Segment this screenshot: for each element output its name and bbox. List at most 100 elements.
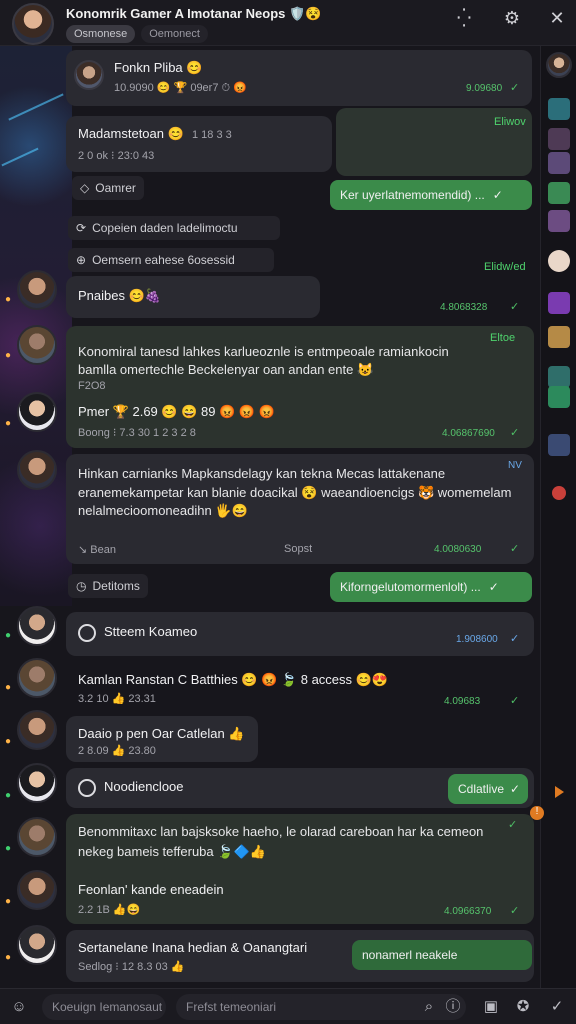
attachment-chip[interactable]: ◇ Oamrer: [72, 176, 144, 200]
reaction-icon: ●: [4, 896, 12, 907]
sender-name: Kamlan Ranstan C Batthies 😊 😡 🍃 8 access…: [78, 672, 388, 688]
chat-avatar[interactable]: [12, 3, 54, 45]
system-notice[interactable]: ⟳ Copeien daden ladelimoctu: [68, 216, 280, 240]
sender-emoji: 😊🍇: [128, 288, 161, 303]
chat-thumb[interactable]: [548, 386, 570, 408]
chat-thumb[interactable]: [548, 366, 570, 388]
message-meta: 2 8.09 👍 23.80: [78, 745, 156, 757]
sender-name-text: Fonkn Pliba: [114, 60, 183, 75]
subtitle-chip[interactable]: Oemonect: [141, 25, 208, 43]
read-check-icon: ✓: [492, 188, 503, 202]
chat-thumb[interactable]: [548, 152, 570, 174]
message-bubble[interactable]: NV Hinkan carnianks Mapkansdelagy kan te…: [66, 454, 534, 564]
pill-text: Cdlatlive: [458, 782, 505, 796]
message-time: 4.06867690: [442, 428, 495, 439]
avatar[interactable]: [17, 392, 57, 432]
chat-thumb[interactable]: [548, 98, 570, 120]
avatar[interactable]: [17, 710, 57, 750]
pill-text: Ker uyerlatnemomendid) ...: [340, 188, 485, 202]
sender-name-text: Pnaibes: [78, 288, 125, 303]
chat-header: Konomrik Gamer A Imotanar Neops 🛡️😵 Osmo…: [0, 0, 576, 46]
sent-message-pill[interactable]: Ker uyerlatnemomendid) ... ✓: [330, 180, 532, 210]
read-check-icon: ✓: [508, 819, 518, 831]
sender-name-text: Pmer: [78, 404, 110, 419]
dots-icon[interactable]: ⁛: [452, 6, 476, 30]
send-icon[interactable]: ✓: [546, 996, 568, 1018]
message-bubble[interactable]: Stteem Koameo 1.908600 ✓: [66, 612, 534, 656]
message-time: 4.0080630: [434, 544, 482, 555]
chat-thumb[interactable]: [548, 326, 570, 348]
message-emoji: 🍃🔷👍: [217, 844, 266, 859]
avatar[interactable]: [17, 763, 57, 803]
message-text-line: nekeg bameis tefferuba: [78, 844, 214, 859]
message-text: nekeg bameis tefferuba 🍃🔷👍: [78, 844, 266, 860]
sender-emoji: 👍: [228, 726, 245, 741]
avatar[interactable]: [17, 450, 57, 490]
message-tag: Eliwov: [494, 116, 526, 128]
message-bubble[interactable]: Fonkn Pliba 😊 10.9090 😊 🏆 09er7 ⏱ 😡 9.09…: [66, 50, 532, 106]
sent-message-pill[interactable]: nonamerl neakele: [352, 940, 532, 970]
message-bubble[interactable]: Eltoe Konomiral tanesd lahkes karlueoznl…: [66, 326, 534, 448]
secondary-input[interactable]: Koeuign Iemanosaut: [42, 994, 166, 1020]
avatar[interactable]: [17, 606, 57, 646]
system-notice-text: Oemsern eahese 6osessid: [92, 253, 235, 267]
sender-emoji: 😊 😡 🍃 8 access 😊😍: [241, 672, 389, 687]
pill-text: Kiforngelutomormenlolt) ...: [340, 580, 481, 594]
camera-icon[interactable]: ▣: [480, 996, 502, 1018]
message-bubble[interactable]: ✓ Benommitaxc lan bajsksoke haeho, le ol…: [66, 814, 534, 924]
message-text: Hinkan carnianks Mapkansdelagy kan tekna…: [78, 466, 446, 481]
message-bubble[interactable]: Eliwov: [336, 108, 532, 176]
chat-thumb[interactable]: [548, 128, 570, 150]
read-check-icon: ✓: [510, 82, 520, 94]
avatar[interactable]: [17, 817, 57, 857]
emoji-icon[interactable]: ☺: [8, 996, 30, 1018]
reaction-icon: ●: [4, 294, 12, 305]
avatar[interactable]: [17, 925, 57, 965]
read-check-icon: ✓: [510, 782, 521, 796]
message-tag: NV: [508, 460, 522, 471]
chat-subtitle: Osmonese Oemonect: [66, 25, 208, 43]
system-notice[interactable]: ◷ Detitoms: [68, 574, 148, 598]
avatar[interactable]: [546, 52, 572, 78]
sender-emoji: 🏆 2.69 😊 😄 89 😡 😡 😡: [112, 404, 275, 419]
subtitle-chip[interactable]: Osmonese: [66, 25, 136, 43]
system-notice[interactable]: ⊕ Oemsern eahese 6osessid: [68, 248, 274, 272]
message-time: 9.09680: [466, 83, 503, 94]
chat-thumb[interactable]: [548, 292, 570, 314]
avatar[interactable]: [17, 870, 57, 910]
avatar[interactable]: [17, 270, 57, 310]
message-bubble[interactable]: Madamstetoan 😊 1 18 3 3 2 0 ok ⁝ 23:0 43: [66, 116, 332, 172]
close-icon[interactable]: ✕: [545, 6, 569, 30]
message-meta: 2 0 ok ⁝ 23:0 43: [78, 150, 155, 162]
sender-name: Pmer 🏆 2.69 😊 😄 89 😡 😡 😡: [78, 404, 275, 420]
expand-arrow-icon[interactable]: [555, 786, 564, 798]
chat-thumb[interactable]: [548, 182, 570, 204]
chat-title[interactable]: Konomrik Gamer A Imotanar Neops 🛡️😵: [66, 6, 321, 22]
info-icon[interactable]: ⓘ: [442, 996, 464, 1018]
read-check-icon: ✓: [510, 695, 520, 707]
message-bubble[interactable]: Pnaibes 😊🍇: [66, 276, 320, 318]
link-icon: ⟳: [76, 221, 87, 235]
sticker-icon[interactable]: ✪: [512, 996, 534, 1018]
gear-icon[interactable]: ⚙: [500, 6, 524, 30]
sender-name: Stteem Koameo: [104, 624, 198, 639]
message-time: 1.908600: [456, 634, 498, 645]
right-rail: [540, 46, 576, 988]
search-icon[interactable]: ⌕: [418, 996, 440, 1018]
reaction-icon: ●: [4, 682, 12, 693]
chat-thumb[interactable]: [548, 210, 570, 232]
message-bubble[interactable]: Daaio p pen Oar Catlelan 👍 2 8.09 👍 23.8…: [66, 716, 258, 762]
chat-thumb[interactable]: [548, 250, 570, 272]
chat-thumb[interactable]: [548, 434, 570, 456]
avatar[interactable]: [74, 60, 104, 90]
system-notice-text: Copeien daden ladelimoctu: [92, 221, 238, 235]
sent-message-pill[interactable]: Cdlatlive ✓: [448, 774, 528, 804]
message-text: nelalmecioomoneadihn 🖐️😄: [78, 503, 248, 518]
avatar[interactable]: [17, 325, 57, 365]
sender-emoji: 😊: [167, 126, 184, 141]
avatar[interactable]: [17, 658, 57, 698]
message-meta: Sedlog ⁝ 12 8.3 03 👍: [78, 961, 185, 973]
notification-icon[interactable]: [552, 486, 566, 500]
sent-message-pill[interactable]: Kiforngelutomormenlolt) ... ✓: [330, 572, 532, 602]
sender-name-text: Daaio p pen Oar Catlelan: [78, 726, 225, 741]
